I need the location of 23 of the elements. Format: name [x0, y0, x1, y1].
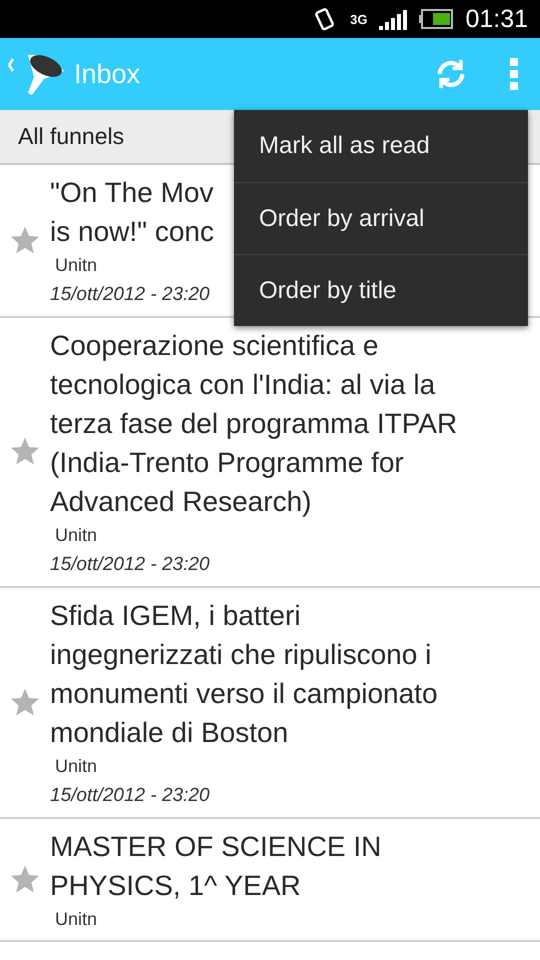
overflow-menu-icon[interactable]	[508, 58, 520, 90]
item-title: Cooperazione scientifica e tecnologica con l'India: al via la terza fase del programma ITPAR (India-Trento Programme for Advanced Research)	[50, 329, 458, 519]
item-title: MASTER OF SCIENCE IN PHYSICS, 1^ YEAR	[50, 830, 382, 903]
item-source: Unitn	[55, 525, 98, 546]
item-source: Unitn	[55, 909, 98, 930]
item-source: Unitn	[55, 756, 98, 777]
network-type: 3G	[350, 12, 368, 26]
item-date: 15/ott/2012 - 23:20	[50, 284, 211, 306]
signal-icon	[379, 8, 408, 30]
menu-item[interactable]: Order by title	[234, 254, 528, 326]
funnel-filter-label[interactable]: All funnels	[18, 123, 124, 150]
item-date: 15/ott/2012 - 23:20	[50, 554, 211, 576]
item-title: Sfida IGEM, i batteri ingegnerizzati che ripuliscono i monumenti verso il campionato mondiale di Boston	[50, 599, 438, 750]
item-source: Unitn	[55, 255, 98, 276]
item-date: 15/ott/2012 - 23:20	[50, 785, 211, 807]
battery-icon	[419, 9, 454, 29]
inbox-item[interactable]: Sfida IGEM, i batteri ingegnerizzati che ripuliscono i monumenti verso il campionato mondiale di Boston Unitn 15/ott/2012 - 23:20	[0, 588, 540, 819]
screen-title: Inbox	[74, 58, 142, 90]
menu-item[interactable]: Order by arrival	[234, 182, 528, 254]
menu-item[interactable]: Mark all as read	[234, 110, 528, 182]
inbox-item[interactable]: MASTER OF SCIENCE IN PHYSICS, 1^ YEAR Unitn	[0, 819, 540, 942]
item-title: "On The Mov is now!" conc	[50, 176, 214, 249]
clock: 01:31	[465, 4, 528, 34]
